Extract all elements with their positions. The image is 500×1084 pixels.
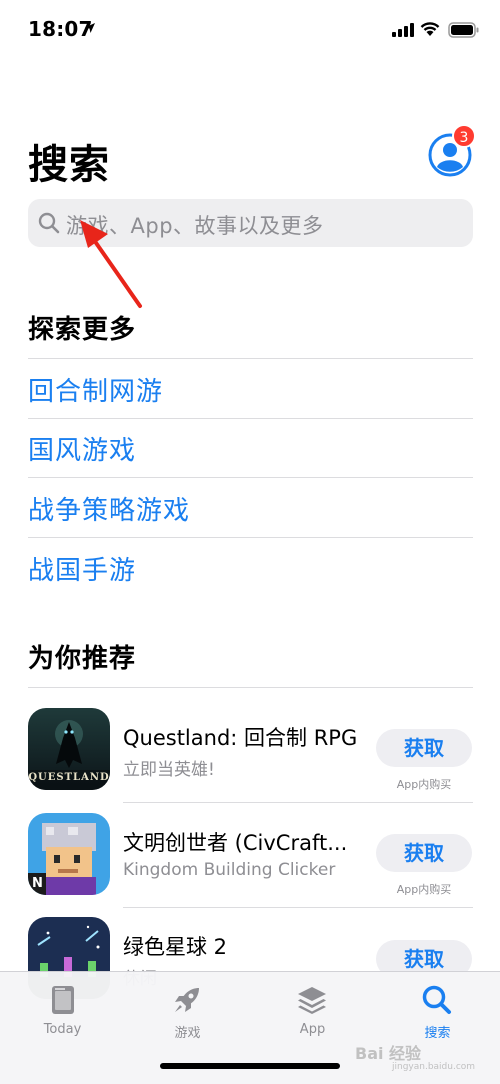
divider (28, 537, 473, 538)
tab-label: 搜索 (424, 1026, 451, 1041)
app-subtitle: 立即当英雄! (123, 760, 215, 780)
home-indicator[interactable] (160, 1063, 340, 1069)
search-icon (422, 985, 451, 1014)
divider (123, 907, 473, 908)
civcraft-icon-text: N (32, 876, 43, 891)
tab-label: Today (43, 1022, 82, 1037)
questland-app-icon: QUESTLAND (28, 708, 110, 790)
get-button[interactable]: 获取 (376, 834, 472, 872)
get-button[interactable]: 获取 (376, 729, 472, 767)
layers-icon (298, 987, 326, 1014)
explore-link-2[interactable]: 国风游戏 (28, 430, 136, 467)
divider (28, 687, 473, 688)
divider (28, 418, 473, 419)
today-icon (52, 986, 74, 1014)
in-app-purchase-note: App内购买 (396, 883, 452, 896)
divider (28, 358, 473, 359)
location-arrow-icon (85, 23, 95, 33)
page-title: 搜索 (28, 142, 110, 188)
tab-today[interactable]: Today (0, 972, 125, 1052)
explore-title: 探索更多 (28, 315, 137, 345)
status-time: 18:07 (28, 17, 93, 41)
divider (123, 802, 473, 803)
app-subtitle: Kingdom Building Clicker (123, 860, 336, 880)
app-name: 文明创世者 (CivCraft... (123, 831, 348, 855)
search-icon (38, 212, 60, 234)
wifi-icon (420, 22, 440, 36)
explore-link-4[interactable]: 战国手游 (28, 550, 136, 587)
divider (28, 477, 473, 478)
recommend-title: 为你推荐 (28, 644, 137, 674)
watermark: Bai 经验 (355, 1044, 422, 1063)
app-row-civcraft[interactable]: N 文明创世者 (CivCraft... Kingdom Building Cl… (0, 805, 500, 909)
explore-link-1[interactable]: 回合制网游 (28, 371, 163, 408)
in-app-purchase-note: App内购买 (396, 778, 452, 791)
explore-link-3[interactable]: 战争策略游戏 (28, 490, 190, 527)
app-name: Questland: 回合制 RPG (123, 726, 358, 750)
tab-label: App (299, 1022, 326, 1037)
annotation-arrow-icon (80, 220, 142, 308)
battery-icon (448, 22, 479, 38)
status-bar: 18:07 (0, 0, 500, 60)
watermark-sub: jingyan.baidu.com (392, 1062, 476, 1072)
civcraft-app-icon: N (28, 813, 110, 895)
tab-games[interactable]: 游戏 (125, 972, 250, 1052)
app-name: 绿色星球 2 (123, 935, 228, 959)
notification-badge: 3 (452, 124, 476, 148)
cellular-signal-icon (392, 23, 414, 37)
questland-icon-text: QUESTLAND (28, 772, 110, 783)
tab-label: 游戏 (174, 1026, 201, 1041)
rocket-icon (175, 988, 199, 1012)
app-row-questland[interactable]: QUESTLAND Questland: 回合制 RPG 立即当英雄! 获取 A… (0, 700, 500, 804)
